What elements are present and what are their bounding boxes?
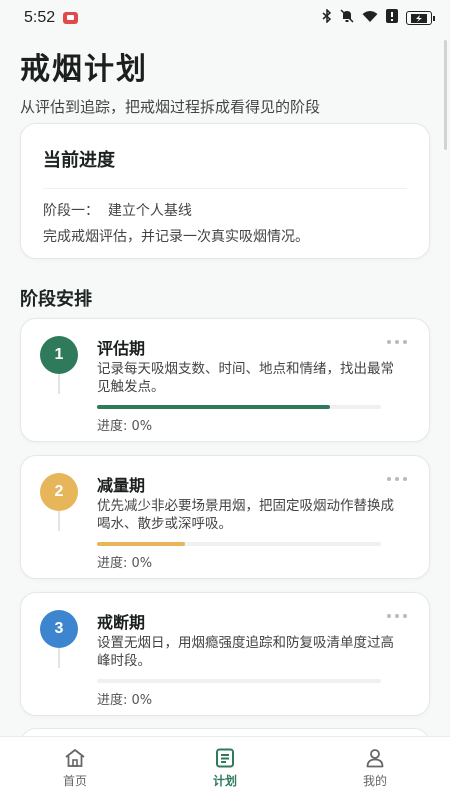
stage-number: 1 — [54, 346, 64, 363]
stage-progress-fill — [97, 405, 330, 409]
stage-progress-text: 进度: 0% — [97, 556, 153, 571]
mute-bell-icon — [340, 9, 354, 27]
page-title: 戒烟计划 — [20, 52, 148, 87]
page-scrollbar[interactable] — [444, 40, 447, 150]
stage-card-reduction[interactable]: 2 减量期 优先减少非必要场景用烟，把固定吸烟动作替换成喝水、散步或深呼吸。 进… — [20, 455, 430, 579]
stage-number-badge: 2 — [40, 473, 78, 511]
stage-progress-fill — [97, 542, 186, 546]
stage-progress-text: 进度: 0% — [97, 693, 153, 708]
timeline-connector — [58, 511, 60, 531]
profile-icon — [365, 748, 385, 768]
more-options-icon[interactable] — [387, 613, 407, 619]
current-stage-description: 完成戒烟评估，并记录一次真实吸烟情况。 — [43, 229, 309, 245]
bluetooth-icon — [322, 8, 332, 27]
wifi-icon — [362, 10, 378, 27]
more-options-icon[interactable] — [387, 339, 407, 345]
stage-name: 戒断期 — [97, 613, 146, 632]
app-notification-icon — [63, 12, 79, 24]
status-right — [322, 8, 435, 27]
stage-description: 优先减少非必要场景用烟，把固定吸烟动作替换成喝水、散步或深呼吸。 — [97, 498, 394, 532]
current-stage-label: 阶段一： 建立个人基线 — [43, 203, 192, 219]
current-progress-title: 当前进度 — [43, 150, 115, 171]
status-bar: 5:52 — [0, 0, 450, 36]
current-progress-card[interactable]: 当前进度 阶段一： 建立个人基线 完成戒烟评估，并记录一次真实吸烟情况。 — [20, 123, 430, 259]
tab-profile[interactable]: 我的 — [320, 748, 430, 789]
stage-number: 2 — [54, 483, 64, 500]
stage-progress-bar — [97, 542, 381, 546]
stage-progress-bar — [97, 679, 381, 683]
stage-number: 3 — [54, 620, 64, 637]
plan-list-icon — [215, 748, 235, 768]
battery-charging-icon — [406, 11, 435, 25]
divider — [43, 188, 407, 189]
tab-home[interactable]: 首页 — [20, 748, 130, 789]
page-header: 戒烟计划 从评估到追踪，把戒烟过程拆成看得见的阶段 — [20, 44, 430, 117]
tab-profile-label: 我的 — [362, 774, 387, 788]
tab-plan-label: 计划 — [212, 774, 237, 788]
status-left: 5:52 — [24, 9, 79, 27]
stage-card-withdrawal[interactable]: 3 戒断期 设置无烟日，用烟瘾强度追踪和防复吸清单度过高峰时段。 进度: 0% — [20, 592, 430, 716]
home-icon — [64, 748, 86, 768]
stage-name: 减量期 — [97, 476, 146, 495]
alert-icon — [386, 9, 398, 27]
status-time: 5:52 — [24, 9, 56, 26]
bottom-tab-bar: 首页 计划 我的 — [0, 736, 450, 800]
stage-progress-bar — [97, 405, 381, 409]
stage-name: 评估期 — [97, 339, 146, 358]
stage-description: 设置无烟日，用烟瘾强度追踪和防复吸清单度过高峰时段。 — [97, 635, 394, 669]
stage-description: 记录每天吸烟支数、时间、地点和情绪，找出最常见触发点。 — [97, 361, 394, 395]
timeline-connector — [58, 648, 60, 668]
more-options-icon[interactable] — [387, 476, 407, 482]
tab-home-label: 首页 — [62, 774, 87, 788]
stage-card-assessment[interactable]: 1 评估期 记录每天吸烟支数、时间、地点和情绪，找出最常见触发点。 进度: 0% — [20, 318, 430, 442]
stage-progress-text: 进度: 0% — [97, 419, 153, 434]
page-subtitle: 从评估到追踪，把戒烟过程拆成看得见的阶段 — [20, 98, 321, 116]
timeline-connector — [58, 374, 60, 394]
stages-section-title: 阶段安排 — [20, 289, 92, 310]
stage-number-badge: 1 — [40, 336, 78, 374]
stage-number-badge: 3 — [40, 610, 78, 648]
tab-plan[interactable]: 计划 — [170, 748, 280, 789]
